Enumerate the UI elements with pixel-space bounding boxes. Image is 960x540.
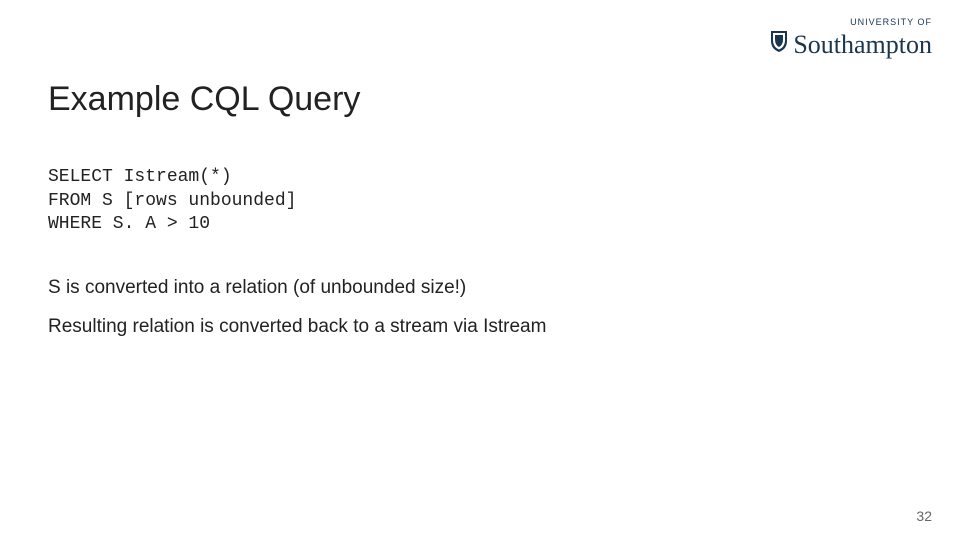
shield-icon: [769, 29, 789, 58]
page-number: 32: [916, 508, 932, 524]
slide-title: Example CQL Query: [48, 80, 912, 119]
code-block: SELECT Istream(*) FROM S [rows unbounded…: [48, 143, 912, 237]
code-line: FROM S [rows unbounded]: [48, 191, 296, 211]
body-paragraph: Resulting relation is converted back to …: [48, 314, 912, 340]
body-text: S is converted into a relation (of unbou…: [48, 275, 912, 340]
university-logo: UNIVERSITY OF Southampton: [769, 18, 932, 58]
logo-superscript: UNIVERSITY OF: [769, 18, 932, 27]
logo-wordmark: Southampton: [793, 32, 932, 58]
code-line: WHERE S. A > 10: [48, 214, 210, 234]
logo-main: Southampton: [769, 29, 932, 58]
body-paragraph: S is converted into a relation (of unbou…: [48, 275, 912, 301]
code-line: SELECT Istream(*): [48, 167, 232, 187]
slide-content: Example CQL Query SELECT Istream(*) FROM…: [0, 0, 960, 540]
